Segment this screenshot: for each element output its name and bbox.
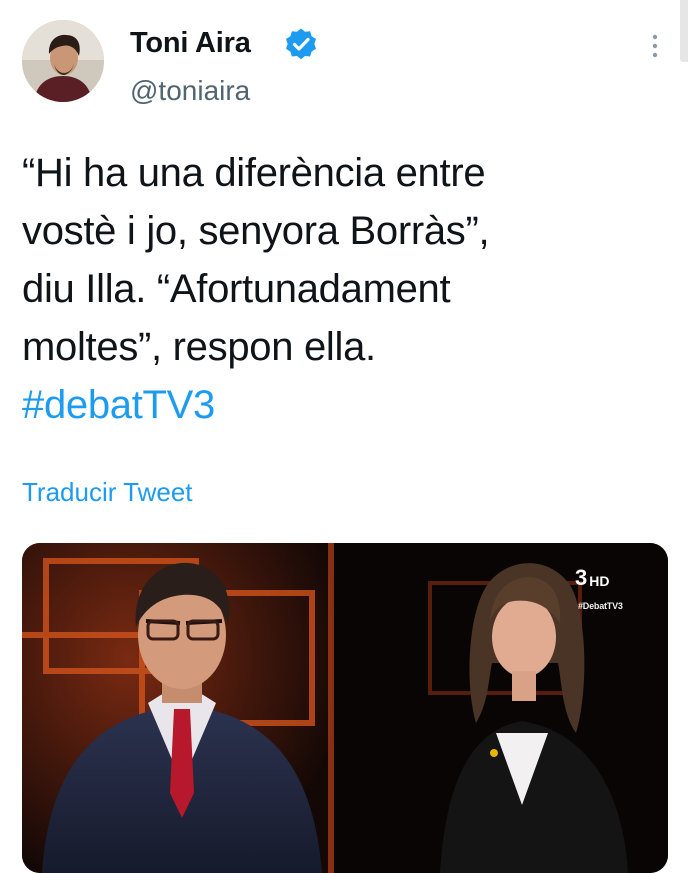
avatar[interactable] [22, 20, 104, 102]
tweet-text-line: “Hi ha una diferència entre [22, 151, 486, 195]
author-handle[interactable]: @toniaira [130, 74, 250, 108]
tweet-text: “Hi ha una diferència entre vostè i jo, … [22, 144, 662, 434]
more-vertical-icon [652, 34, 658, 58]
verified-badge-icon [284, 27, 318, 61]
scrollbar[interactable] [680, 0, 688, 62]
tweet-text-line: moltes”, respon ella. [22, 325, 376, 369]
hashtag-link[interactable]: #debatTV3 [22, 376, 215, 434]
more-options-button[interactable] [640, 28, 670, 64]
channel-number: 3 [575, 565, 588, 590]
broadcast-hashtag: #DebatTV3 [578, 601, 623, 611]
tweet-text-line: diu Illa. “Afortunadament [22, 267, 451, 311]
translate-tweet-link[interactable]: Traducir Tweet [22, 476, 193, 508]
author-display-name[interactable]: Toni Aira [130, 26, 251, 60]
tweet-text-line: vostè i jo, senyora Borràs”, [22, 209, 490, 253]
channel-quality: HD [589, 573, 610, 589]
channel-logo: 3 HD [575, 566, 609, 590]
tweet-media-image[interactable] [22, 543, 668, 873]
